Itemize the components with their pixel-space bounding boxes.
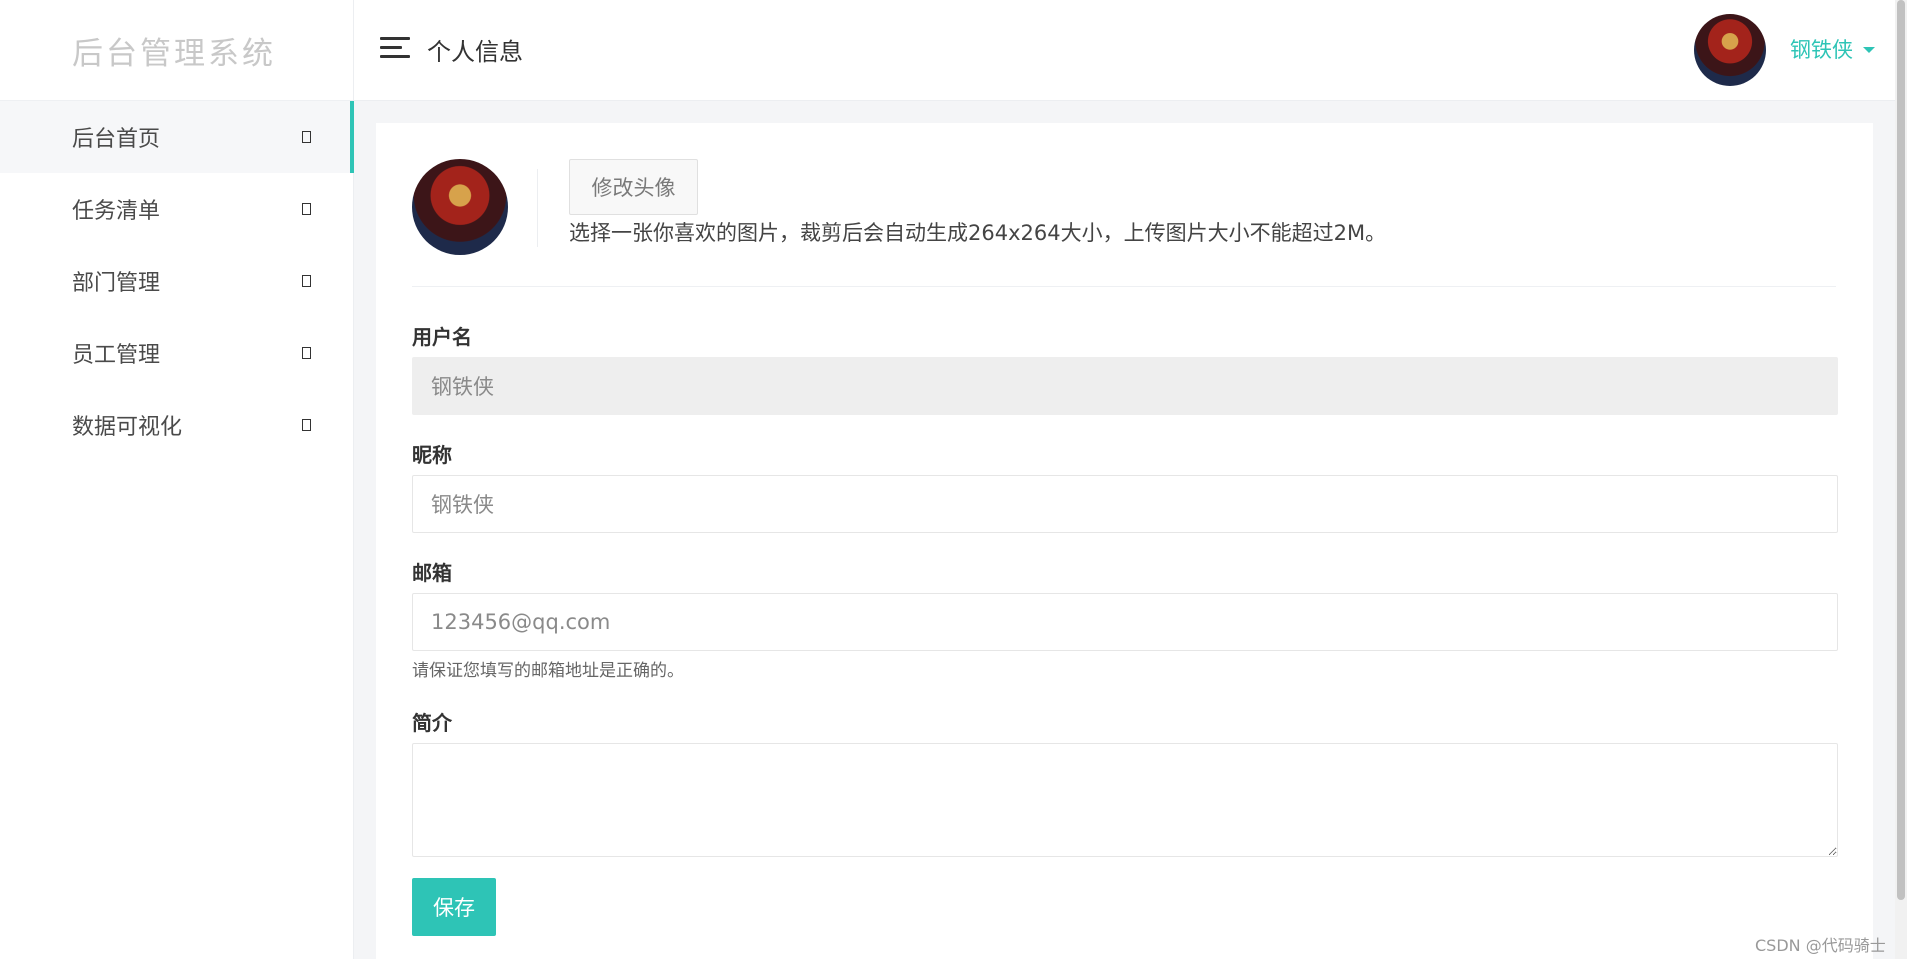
username-input <box>412 357 1838 415</box>
nickname-input[interactable] <box>412 475 1838 533</box>
sidebar-item-label: 任务清单 <box>72 199 161 224</box>
profile-avatar <box>412 159 508 255</box>
email-input[interactable] <box>412 593 1838 651</box>
sidebar-item-label: 员工管理 <box>72 343 161 368</box>
profile-card: 修改头像 选择一张你喜欢的图片，裁剪后会自动生成264x264大小，上传图片大小… <box>376 123 1873 959</box>
sidebar-item-data-visualization[interactable]: 数据可视化 <box>0 389 353 461</box>
nickname-label: 昵称 <box>412 443 452 467</box>
change-avatar-button[interactable]: 修改头像 <box>569 159 698 215</box>
sidebar-item-label: 部门管理 <box>72 271 161 296</box>
sidebar-item-tasks[interactable]: 任务清单 <box>0 173 353 245</box>
sidebar-item-employees[interactable]: 员工管理 <box>0 317 353 389</box>
user-avatar[interactable] <box>1694 14 1766 86</box>
avatar-divider <box>537 169 538 247</box>
hamburger-menu-icon[interactable] <box>380 37 410 59</box>
watermark: CSDN @代码骑士 <box>1755 936 1886 955</box>
user-name-dropdown[interactable]: 钢铁侠 <box>1790 34 1853 64</box>
top-header: 个人信息 钢铁侠 <box>354 0 1895 101</box>
bio-textarea[interactable] <box>412 743 1838 857</box>
chevron-icon <box>302 203 311 215</box>
username-label: 用户名 <box>412 325 472 349</box>
email-label: 邮箱 <box>412 561 452 585</box>
sidebar-nav: 后台首页 任务清单 部门管理 员工管理 数据可视化 <box>0 101 354 461</box>
sidebar-item-departments[interactable]: 部门管理 <box>0 245 353 317</box>
chevron-icon <box>302 131 311 143</box>
sidebar: 后台管理系统 后台首页 任务清单 部门管理 员工管理 数据可视化 <box>0 0 354 959</box>
email-help-text: 请保证您填写的邮箱地址是正确的。 <box>412 661 684 681</box>
section-divider <box>412 286 1836 287</box>
page-title: 个人信息 <box>427 38 523 66</box>
chevron-icon <box>302 347 311 359</box>
avatar-hint: 选择一张你喜欢的图片，裁剪后会自动生成264x264大小，上传图片大小不能超过2… <box>569 221 1387 245</box>
app-logo: 后台管理系统 <box>0 0 353 101</box>
caret-down-icon[interactable] <box>1863 47 1875 53</box>
sidebar-item-label: 后台首页 <box>72 127 161 152</box>
save-button[interactable]: 保存 <box>412 878 496 936</box>
chevron-icon <box>302 275 311 287</box>
sidebar-item-home[interactable]: 后台首页 <box>0 101 354 173</box>
bio-label: 简介 <box>412 711 452 735</box>
scrollbar-thumb[interactable] <box>1897 0 1905 900</box>
sidebar-item-label: 数据可视化 <box>72 415 183 440</box>
chevron-icon <box>302 419 311 431</box>
page-scrollbar[interactable] <box>1895 0 1907 959</box>
